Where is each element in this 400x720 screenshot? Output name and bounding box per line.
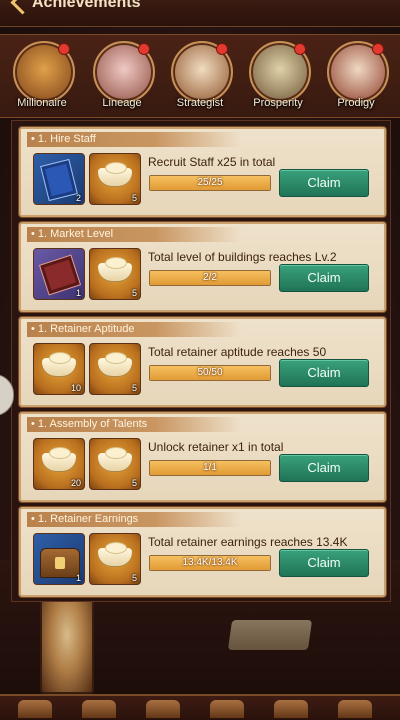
reward-qty: 1 xyxy=(75,573,81,583)
progress-text: 13.4K/13.4K xyxy=(182,557,238,568)
tab-label: Prosperity xyxy=(253,97,303,109)
nav-icon-1[interactable] xyxy=(18,700,52,718)
achievement-card: • 1. Assembly of Talents 20 5 Unlock ret… xyxy=(19,412,386,502)
task-description: Unlock retainer x1 in total xyxy=(148,440,284,454)
nav-icon-3[interactable] xyxy=(146,700,180,718)
achievement-card: • 1. Market Level 1 5 Total level of bui… xyxy=(19,222,386,312)
reward-qty: 2 xyxy=(75,193,81,203)
tab-lineage[interactable]: Lineage xyxy=(88,41,156,115)
card-header: • 1. Hire Staff xyxy=(27,132,241,147)
purple-book-icon xyxy=(38,254,82,296)
claim-button[interactable]: Claim xyxy=(279,169,369,197)
notification-dot xyxy=(58,43,70,55)
reward-qty: 5 xyxy=(131,383,137,393)
card-header-label: • 1. Hire Staff xyxy=(31,133,96,145)
gold-ingot-icon xyxy=(42,352,76,376)
tab-prosperity[interactable]: Prosperity xyxy=(244,41,312,115)
nav-icon-4[interactable] xyxy=(210,700,244,718)
nav-icon-6[interactable] xyxy=(338,700,372,718)
progress-text: 50/50 xyxy=(197,367,223,378)
back-arrow-icon[interactable] xyxy=(10,0,35,15)
notification-dot xyxy=(294,43,306,55)
reward-qty: 5 xyxy=(131,573,137,583)
gold-ingot-icon xyxy=(98,447,132,471)
reward-slot[interactable]: 10 xyxy=(33,343,85,395)
treasure-chest-icon xyxy=(40,548,80,578)
progress-bar: 2/2 xyxy=(149,270,271,286)
tab-label: Strategist xyxy=(176,97,224,109)
notification-dot xyxy=(372,43,384,55)
reward-qty: 1 xyxy=(75,288,81,298)
tab-strategist[interactable]: Strategist xyxy=(166,41,234,115)
reward-slot[interactable]: 1 xyxy=(33,533,85,585)
card-header-label: • 1. Retainer Earnings xyxy=(31,513,139,525)
category-tabs: Millionaire Lineage Strategist Prosperit… xyxy=(0,34,400,118)
reward-qty: 10 xyxy=(70,383,81,393)
reward-qty: 5 xyxy=(131,478,137,488)
reward-slot[interactable]: 5 xyxy=(89,438,141,490)
task-description: Total retainer aptitude reaches 50 xyxy=(148,345,327,359)
progress-bar: 50/50 xyxy=(149,365,271,381)
progress-bar: 13.4K/13.4K xyxy=(149,555,271,571)
card-header-label: • 1. Retainer Aptitude xyxy=(31,323,135,335)
reward-slot[interactable]: 5 xyxy=(89,153,141,205)
reward-slot[interactable]: 1 xyxy=(33,248,85,300)
progress-bar: 25/25 xyxy=(149,175,271,191)
lantern-icon xyxy=(40,595,94,694)
blue-book-icon xyxy=(40,158,78,202)
tab-label: Prodigy xyxy=(337,97,375,109)
reward-slot[interactable]: 5 xyxy=(89,533,141,585)
task-description: Recruit Staff x25 in total xyxy=(148,155,276,169)
gold-ingot-icon xyxy=(98,162,132,186)
nav-icon-2[interactable] xyxy=(82,700,116,718)
progress-text: 2/2 xyxy=(203,272,217,283)
card-header: • 1. Market Level xyxy=(27,227,241,242)
tab-label: Millionaire xyxy=(17,97,67,109)
reward-slot[interactable]: 5 xyxy=(89,343,141,395)
card-header-label: • 1. Market Level xyxy=(31,228,114,240)
claim-button[interactable]: Claim xyxy=(279,359,369,387)
reward-qty: 5 xyxy=(131,288,137,298)
reward-qty: 5 xyxy=(131,193,137,203)
achievement-card: • 1. Retainer Earnings 1 5 Total retaine… xyxy=(19,507,386,597)
tab-label: Lineage xyxy=(102,97,142,109)
tab-prodigy[interactable]: Prodigy xyxy=(322,41,390,115)
nav-icon-5[interactable] xyxy=(274,700,308,718)
reward-slot[interactable]: 2 xyxy=(33,153,85,205)
gold-ingot-icon xyxy=(98,352,132,376)
claim-button[interactable]: Claim xyxy=(279,454,369,482)
claim-button[interactable]: Claim xyxy=(279,549,369,577)
card-header: • 1. Retainer Aptitude xyxy=(27,322,241,337)
task-description: Total retainer earnings reaches 13.4K xyxy=(148,535,348,549)
open-book-icon xyxy=(227,620,313,650)
achievement-card: • 1. Hire Staff 2 5 Recruit Staff x25 in… xyxy=(19,127,386,217)
top-bar: Achievements xyxy=(0,0,400,27)
gold-ingot-icon xyxy=(42,447,76,471)
progress-text: 1/1 xyxy=(203,462,217,473)
progress-text: 25/25 xyxy=(197,177,223,188)
reward-slot[interactable]: 20 xyxy=(33,438,85,490)
achievement-list[interactable]: • 1. Hire Staff 2 5 Recruit Staff x25 in… xyxy=(11,120,391,602)
gold-ingot-icon xyxy=(98,257,132,281)
reward-qty: 20 xyxy=(70,478,81,488)
progress-bar: 1/1 xyxy=(149,460,271,476)
card-header-label: • 1. Assembly of Talents xyxy=(31,418,148,430)
task-description: Total level of buildings reaches Lv.2 xyxy=(148,250,337,264)
card-header: • 1. Assembly of Talents xyxy=(27,417,241,432)
card-header: • 1. Retainer Earnings xyxy=(27,512,241,527)
achievement-card: • 1. Retainer Aptitude 10 5 Total retain… xyxy=(19,317,386,407)
reward-slot[interactable]: 5 xyxy=(89,248,141,300)
gold-ingot-icon xyxy=(98,542,132,566)
notification-dot xyxy=(216,43,228,55)
bottom-nav xyxy=(0,694,400,720)
notification-dot xyxy=(138,43,150,55)
page-title: Achievements xyxy=(32,0,141,11)
tab-millionaire[interactable]: Millionaire xyxy=(8,41,76,115)
claim-button[interactable]: Claim xyxy=(279,264,369,292)
